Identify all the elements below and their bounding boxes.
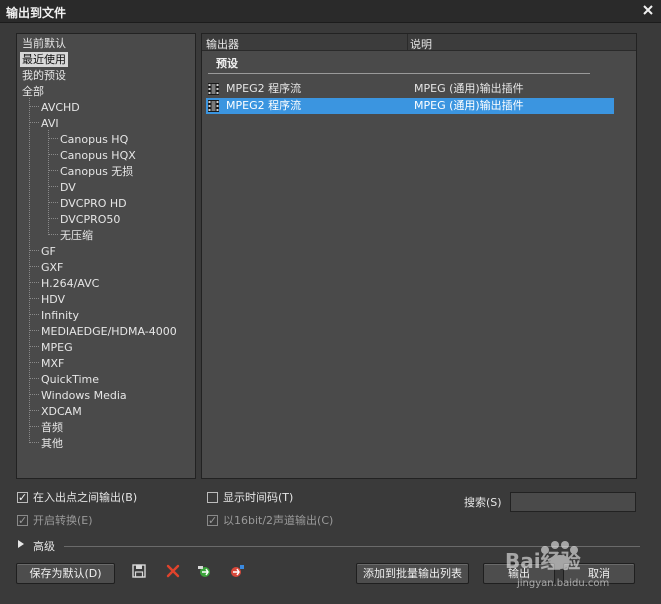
checkbox-box[interactable] xyxy=(17,490,28,506)
checkbox-box xyxy=(17,513,28,529)
film-icon xyxy=(208,83,219,95)
save-icon[interactable] xyxy=(131,563,147,579)
checkbox-label: 以16bit/2声道输出(C) xyxy=(223,514,334,527)
add-to-batch-button[interactable]: 添加到批量输出列表 xyxy=(356,563,469,584)
watermark-logo: Bai经验 jingyan.baidu.com xyxy=(505,541,609,589)
tree-line xyxy=(29,394,39,395)
tree-item-hdv[interactable]: HDV xyxy=(41,292,65,307)
tree-item-dvcpro50[interactable]: DVCPRO50 xyxy=(60,212,120,227)
tree-item-mpeg[interactable]: MPEG xyxy=(41,340,73,355)
tree-item-uncompressed[interactable]: 无压缩 xyxy=(60,228,93,243)
checkbox-box[interactable] xyxy=(207,492,218,503)
tree-line xyxy=(29,314,39,315)
output-16bit-checkbox: 以16bit/2声道输出(C) xyxy=(207,513,357,529)
tree-item-xdcam[interactable]: XDCAM xyxy=(41,404,82,419)
watermark-text: Bai经验 xyxy=(505,549,581,573)
exporter-description: MPEG (通用)输出插件 xyxy=(414,82,524,95)
tree-line xyxy=(29,426,39,427)
checkbox-box xyxy=(207,513,218,529)
tree-item-avchd[interactable]: AVCHD xyxy=(41,100,80,115)
tree-line xyxy=(48,154,58,155)
tree-line xyxy=(29,362,39,363)
tree-item-audio[interactable]: 音频 xyxy=(41,420,63,435)
tree-line xyxy=(29,122,39,123)
tree-line xyxy=(29,298,39,299)
preset-group-divider xyxy=(208,73,590,74)
tree-line xyxy=(48,218,58,219)
tree-line xyxy=(48,234,58,235)
delete-icon[interactable] xyxy=(165,563,181,579)
checkbox-label: 开启转换(E) xyxy=(33,514,93,527)
tree-item-gf[interactable]: GF xyxy=(41,244,56,259)
tree-line xyxy=(48,202,58,203)
tree-line xyxy=(48,170,58,171)
tree-item-mediaedge[interactable]: MEDIAEDGE/HDMA-4000 xyxy=(41,324,177,339)
close-icon xyxy=(643,5,653,15)
expand-arrow-icon xyxy=(18,540,24,548)
tree-line xyxy=(29,442,39,443)
tree-line xyxy=(29,346,39,347)
enable-convert-checkbox: 开启转换(E) xyxy=(17,513,137,529)
tree-line xyxy=(29,410,39,411)
import-preset-icon[interactable] xyxy=(197,563,213,579)
tree-line xyxy=(29,98,30,443)
tree-line xyxy=(29,266,39,267)
tree-item-gxf[interactable]: GXF xyxy=(41,260,63,275)
film-icon xyxy=(208,100,219,112)
list-item[interactable]: MPEG2 程序流 MPEG (通用)输出插件 xyxy=(206,98,614,114)
tree-item-quicktime[interactable]: QuickTime xyxy=(41,372,99,387)
column-header-description[interactable]: 说明 xyxy=(410,36,432,52)
search-label: 搜索(S) xyxy=(464,496,502,509)
tree-line xyxy=(29,250,39,251)
tree-line xyxy=(48,138,58,139)
tree-item-h264[interactable]: H.264/AVC xyxy=(41,276,99,291)
preset-category-tree[interactable]: 当前默认 最近使用 我的预设 全部 AVCHD AVI Canopus HQ C… xyxy=(16,33,196,479)
tree-item-my-presets[interactable]: 我的预设 xyxy=(22,68,66,83)
exporter-name: MPEG2 程序流 xyxy=(226,99,302,112)
tree-item-recent[interactable]: 最近使用 xyxy=(20,52,68,67)
list-header: 输出器 说明 xyxy=(202,34,636,51)
tree-line xyxy=(48,186,58,187)
search-input[interactable] xyxy=(510,492,636,512)
tree-line xyxy=(29,330,39,331)
tree-item-dv[interactable]: DV xyxy=(60,180,76,195)
tree-line xyxy=(29,282,39,283)
export-preset-icon[interactable] xyxy=(229,563,245,579)
tree-line xyxy=(29,106,39,107)
tree-item-current-default[interactable]: 当前默认 xyxy=(22,36,66,51)
save-default-button[interactable]: 保存为默认(D) xyxy=(16,563,115,584)
checkbox-label: 显示时间码(T) xyxy=(223,491,294,504)
tree-line xyxy=(48,130,49,235)
tree-item-avi[interactable]: AVI xyxy=(41,116,59,131)
show-timecode-checkbox[interactable]: 显示时间码(T) xyxy=(207,490,327,506)
close-button[interactable] xyxy=(641,3,655,17)
export-inout-checkbox[interactable]: 在入出点之间输出(B) xyxy=(17,490,167,506)
tree-item-windows-media[interactable]: Windows Media xyxy=(41,388,127,403)
title-bar: 输出到文件 xyxy=(0,0,661,23)
tree-line xyxy=(29,378,39,379)
preset-group-label: 预设 xyxy=(216,57,238,70)
tree-item-mxf[interactable]: MXF xyxy=(41,356,64,371)
list-item[interactable]: MPEG2 程序流 MPEG (通用)输出插件 xyxy=(206,81,614,97)
tree-item-infinity[interactable]: Infinity xyxy=(41,308,79,323)
checkbox-label: 在入出点之间输出(B) xyxy=(33,491,138,504)
tree-item-dvcpro-hd[interactable]: DVCPRO HD xyxy=(60,196,127,211)
exporter-list[interactable]: 输出器 说明 预设 MPEG2 程序流 MPEG (通用)输出插件 MPEG2 … xyxy=(201,33,637,479)
tree-item-other[interactable]: 其他 xyxy=(41,436,63,451)
tree-item-canopus-hq[interactable]: Canopus HQ xyxy=(60,132,128,147)
tree-item-all[interactable]: 全部 xyxy=(22,84,44,99)
tree-item-canopus-lossless[interactable]: Canopus 无损 xyxy=(60,164,133,179)
window-title: 输出到文件 xyxy=(6,6,67,20)
exporter-description: MPEG (通用)输出插件 xyxy=(414,99,524,112)
exporter-name: MPEG2 程序流 xyxy=(226,82,302,95)
tree-item-canopus-hqx[interactable]: Canopus HQX xyxy=(60,148,136,163)
column-divider[interactable] xyxy=(407,34,408,50)
watermark-url: jingyan.baidu.com xyxy=(516,578,609,589)
column-header-exporter[interactable]: 输出器 xyxy=(206,36,239,52)
advanced-label: 高级 xyxy=(33,540,55,553)
